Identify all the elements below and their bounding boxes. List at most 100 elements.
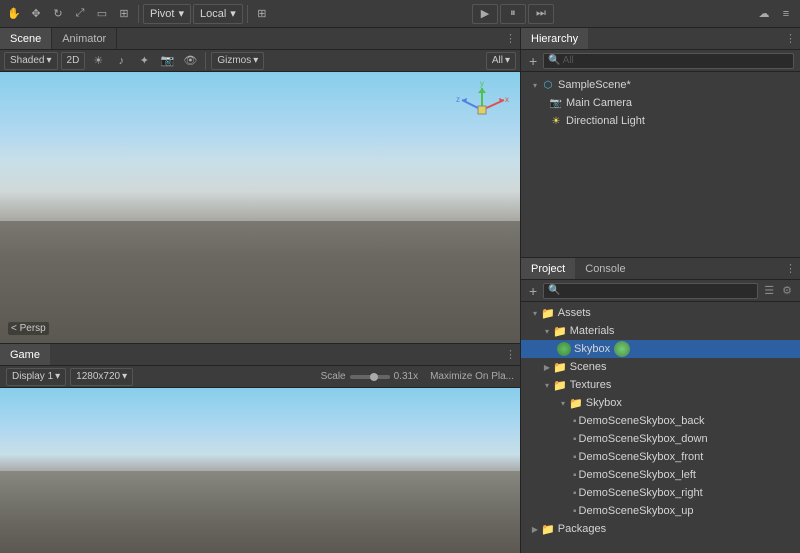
camera-icon-tb[interactable]: 📷 xyxy=(157,51,177,71)
move-tool[interactable]: ✥ xyxy=(26,4,46,24)
separator-2 xyxy=(247,5,248,23)
scene-toolbar: Shaded▾ 2D ☀ ♪ ✦ 📷 👁 Gizmos▾ All▾ xyxy=(0,50,520,72)
persp-label: < Persp xyxy=(8,322,49,335)
tab-hierarchy[interactable]: Hierarchy xyxy=(521,28,588,49)
folder-icon-textures: 📁 xyxy=(553,379,567,392)
file-icon-back: ▪ xyxy=(573,416,577,427)
project-toolbar: + 🔍 ☰ ⚙ xyxy=(521,280,800,302)
local-dropdown[interactable]: Local▾ xyxy=(193,4,243,24)
skybox-material-icon xyxy=(557,342,571,356)
pause-button[interactable]: ⏸ xyxy=(500,4,526,24)
2d-button[interactable]: 2D xyxy=(61,52,86,70)
game-view xyxy=(0,388,520,553)
gizmos-dropdown[interactable]: Gizmos▾ xyxy=(211,52,264,70)
game-panel: Game ⋮ Display 1▾ 1280x720▾ Scale 0.31x xyxy=(0,343,520,553)
hierarchy-toolbar: + 🔍 All xyxy=(521,50,800,72)
hierarchy-search[interactable]: 🔍 All xyxy=(543,53,794,69)
game-sky xyxy=(0,388,520,471)
project-item-skybox-folder[interactable]: ▾ 📁 Skybox xyxy=(521,394,800,412)
fx-icon[interactable]: ✦ xyxy=(134,51,154,71)
step-button[interactable]: ⏭ xyxy=(528,4,554,24)
shaded-dropdown[interactable]: Shaded▾ xyxy=(4,52,58,70)
project-item-demo-front[interactable]: ▪ DemoSceneSkybox_front xyxy=(521,448,800,466)
scene-gizmo[interactable]: x y z xyxy=(452,80,512,140)
all-dropdown[interactable]: All▾ xyxy=(486,52,516,70)
tab-animator[interactable]: Animator xyxy=(52,28,117,49)
project-panel: Project Console ⋮ + 🔍 ☰ ⚙ ▾ 📁 xyxy=(521,258,800,553)
project-item-demo-up[interactable]: ▪ DemoSceneSkybox_up xyxy=(521,502,800,520)
project-view-icon[interactable]: ☰ xyxy=(762,284,776,297)
transform-tool[interactable]: ⊞ xyxy=(114,4,134,24)
main-layout: Scene Animator ⋮ Shaded▾ 2D ☀ ♪ ✦ 📷 👁 Gi… xyxy=(0,28,800,553)
arrow-packages: ▶ xyxy=(529,523,541,535)
scene-view: x y z < Persp xyxy=(0,72,520,343)
project-settings-icon[interactable]: ⚙ xyxy=(780,284,794,297)
maximize-on-play[interactable]: Maximize On Pla... xyxy=(430,371,514,382)
light-icon: ☀ xyxy=(549,114,563,128)
game-tab-bar: Game ⋮ xyxy=(0,344,520,366)
game-tab-menu[interactable]: ⋮ xyxy=(505,348,520,361)
project-item-materials[interactable]: ▾ 📁 Materials xyxy=(521,322,800,340)
skybox-green-dot xyxy=(614,341,630,357)
project-search[interactable]: 🔍 xyxy=(543,283,758,299)
project-item-demo-right[interactable]: ▪ DemoSceneSkybox_right xyxy=(521,484,800,502)
services-icon[interactable]: ≡ xyxy=(776,4,796,24)
top-toolbar: ✋ ✥ ↻ ⤢ ▭ ⊞ Pivot▾ Local▾ ⊞ ▶ ⏸ ⏭ ☁ ≡ xyxy=(0,0,800,28)
layers-icon[interactable]: ⊞ xyxy=(252,4,272,24)
project-plus-button[interactable]: + xyxy=(527,283,539,299)
project-item-scenes[interactable]: ▶ 📁 Scenes xyxy=(521,358,800,376)
audio-icon[interactable]: ♪ xyxy=(111,51,131,71)
light-icon-tb[interactable]: ☀ xyxy=(88,51,108,71)
project-content: ▾ 📁 Assets ▾ 📁 Materials Skybox xyxy=(521,302,800,553)
play-button[interactable]: ▶ xyxy=(472,4,498,24)
project-item-skybox[interactable]: Skybox xyxy=(521,340,800,358)
svg-text:z: z xyxy=(456,95,460,104)
collab-icon[interactable]: ☁ xyxy=(754,4,774,24)
file-icon-right: ▪ xyxy=(573,488,577,499)
project-item-demo-down[interactable]: ▪ DemoSceneSkybox_down xyxy=(521,430,800,448)
scale-slider[interactable] xyxy=(350,375,390,379)
project-item-textures[interactable]: ▾ 📁 Textures xyxy=(521,376,800,394)
scene-ground xyxy=(0,221,520,343)
hierarchy-item-maincamera[interactable]: 📷 Main Camera xyxy=(521,94,800,112)
hierarchy-content: ▾ ⬡ SampleScene* 📷 Main Camera ☀ Directi… xyxy=(521,72,800,257)
rotate-tool[interactable]: ↻ xyxy=(48,4,68,24)
rect-tool[interactable]: ▭ xyxy=(92,4,112,24)
folder-icon-skybox: 📁 xyxy=(569,397,583,410)
tab-project[interactable]: Project xyxy=(521,258,575,279)
folder-icon-materials: 📁 xyxy=(553,325,567,338)
hide-icon[interactable]: 👁 xyxy=(180,51,200,71)
tab-menu-icon[interactable]: ⋮ xyxy=(505,32,520,45)
tab-console[interactable]: Console xyxy=(575,258,635,279)
scene-tab-bar: Scene Animator ⋮ xyxy=(0,28,520,50)
resolution-dropdown[interactable]: 1280x720▾ xyxy=(70,368,133,386)
hierarchy-plus-button[interactable]: + xyxy=(527,53,539,69)
hierarchy-item-samplescene[interactable]: ▾ ⬡ SampleScene* xyxy=(521,76,800,94)
file-icon-front: ▪ xyxy=(573,452,577,463)
project-menu-icon[interactable]: ⋮ xyxy=(785,262,800,275)
game-toolbar: Display 1▾ 1280x720▾ Scale 0.31x Maximiz… xyxy=(0,366,520,388)
play-controls: ▶ ⏸ ⏭ xyxy=(472,4,554,24)
arrow-scenes: ▶ xyxy=(541,361,553,373)
display-dropdown[interactable]: Display 1▾ xyxy=(6,368,66,386)
hierarchy-menu-icon[interactable]: ⋮ xyxy=(785,32,800,45)
scale-tool[interactable]: ⤢ xyxy=(70,4,90,24)
arrow-assets: ▾ xyxy=(529,307,541,319)
folder-icon-scenes: 📁 xyxy=(553,361,567,374)
camera-icon: 📷 xyxy=(549,96,563,110)
arrow-textures: ▾ xyxy=(541,379,553,391)
folder-icon-assets: 📁 xyxy=(541,307,555,320)
hand-tool[interactable]: ✋ xyxy=(4,4,24,24)
pivot-dropdown[interactable]: Pivot▾ xyxy=(143,4,191,24)
folder-icon-packages: 📁 xyxy=(541,523,555,536)
hierarchy-item-directionallight[interactable]: ☀ Directional Light xyxy=(521,112,800,130)
hierarchy-tab-bar: Hierarchy ⋮ xyxy=(521,28,800,50)
project-item-demo-left[interactable]: ▪ DemoSceneSkybox_left xyxy=(521,466,800,484)
project-item-demo-back[interactable]: ▪ DemoSceneSkybox_back xyxy=(521,412,800,430)
tab-scene[interactable]: Scene xyxy=(0,28,52,49)
scale-control: Scale 0.31x xyxy=(321,371,418,382)
tab-game[interactable]: Game xyxy=(0,344,50,365)
project-item-assets[interactable]: ▾ 📁 Assets xyxy=(521,304,800,322)
project-item-packages[interactable]: ▶ 📁 Packages xyxy=(521,520,800,538)
project-tab-bar: Project Console ⋮ xyxy=(521,258,800,280)
